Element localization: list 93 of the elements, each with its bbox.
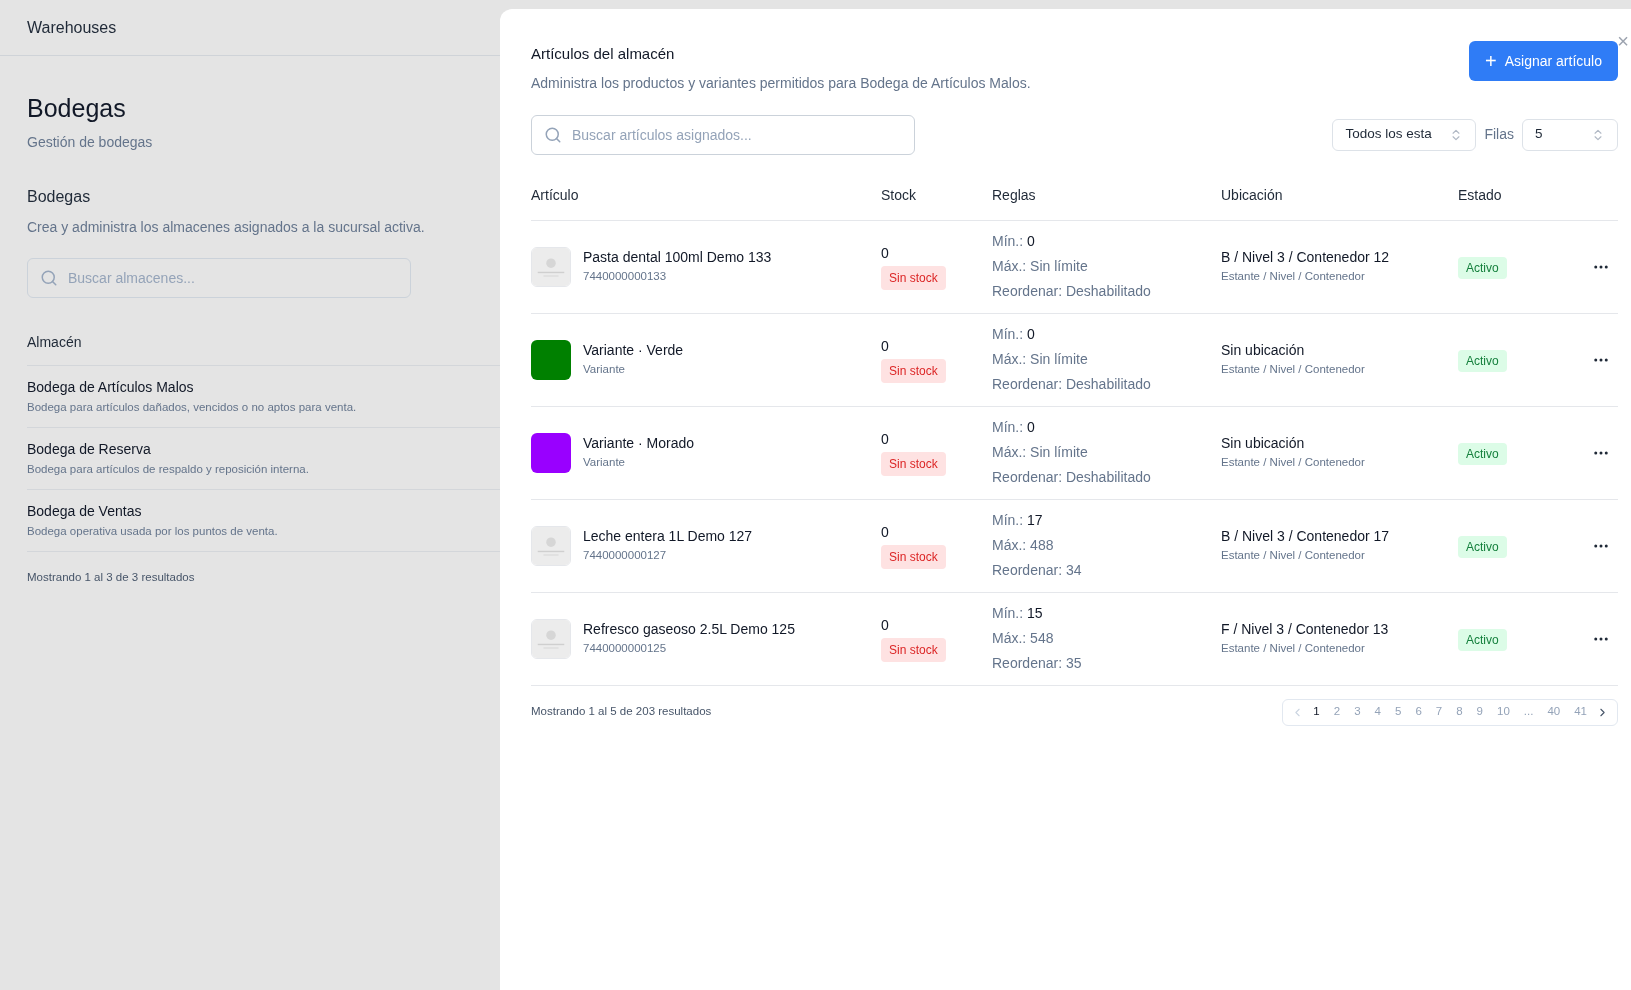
stock-status: Sin stock (881, 452, 946, 476)
panel-description: Administra los productos y variantes permitidos para Bodega de Artículos Malos. (531, 73, 1031, 93)
location-hint: Estante / Nivel / Contenedor (1221, 362, 1366, 378)
max-rule: Máx.: 548 (992, 629, 1055, 648)
panel-title: Artículos del almacén (531, 44, 676, 64)
max-rule: Máx.: Sin límite (992, 443, 1089, 462)
reorder-rule: Reordenar: 35 (992, 654, 1083, 673)
warehouse-name: Bodega de Artículos Malos (27, 377, 195, 397)
page-button[interactable]: 8 (1451, 703, 1468, 721)
warehouse-description: Bodega operativa usada por los puntos de venta. (27, 524, 279, 539)
reorder-rule: Reordenar: Deshabilitado (992, 375, 1152, 394)
reorder-rule: Reordenar: Deshabilitado (992, 468, 1152, 487)
min-rule: Mín.: 0 (992, 232, 1036, 251)
page-button[interactable]: 10 (1492, 703, 1515, 721)
status-select[interactable]: Todos los esta (1332, 118, 1477, 151)
reorder-rule: Reordenar: 34 (992, 561, 1083, 580)
min-rule: Mín.: 0 (992, 325, 1036, 344)
max-rule: Máx.: 488 (992, 536, 1055, 555)
search-icon (40, 268, 58, 287)
page-button[interactable]: 1 (1308, 703, 1325, 721)
search-field[interactable]: Buscar artículos asignados... (531, 114, 915, 155)
warehouse-name: Bodega de Reserva (27, 439, 152, 459)
page-button[interactable]: 5 (1390, 703, 1407, 721)
status-badge: Activo (1458, 256, 1507, 279)
stock-status: Sin stock (881, 638, 946, 662)
page-title: Bodegas (27, 93, 127, 124)
page-subtitle: Gestión de bodegas (27, 132, 154, 152)
location-hint: Estante / Nivel / Contenedor (1221, 455, 1366, 471)
page-button[interactable]: 3 (1349, 703, 1366, 721)
location-hint: Estante / Nivel / Contenedor (1221, 269, 1366, 285)
page-button[interactable]: 7 (1430, 703, 1448, 721)
min-rule: Mín.: 15 (992, 604, 1044, 623)
page-button[interactable]: 9 (1471, 703, 1488, 721)
rows-label: Filas (1484, 125, 1514, 144)
column-header: Almacén (27, 332, 83, 352)
warehouse-description: Bodega para artículos de respaldo y reposición interna. (27, 461, 310, 477)
location: B / Nivel 3 / Contenedor 12 (1221, 248, 1391, 268)
item-subtitle: Variante (583, 455, 626, 471)
item-name: Variante · Morado (583, 434, 694, 454)
status-badge: Activo (1458, 349, 1507, 372)
max-rule: Máx.: Sin límite (992, 350, 1089, 369)
status-badge: Activo (1458, 535, 1507, 558)
item-name: Leche entera 1L Demo 127 (583, 527, 753, 547)
column-header: Estado (1458, 185, 1503, 205)
stock-status: Sin stock (881, 545, 946, 569)
reorder-rule: Reordenar: Deshabilitado (992, 282, 1152, 301)
section-description: Crea y administra los almacenes asignados a la sucursal activa. (27, 217, 426, 237)
item-subtitle: Variante (583, 362, 626, 378)
item-name: Variante · Verde (583, 341, 684, 361)
item-subtitle: 7440000000127 (583, 548, 668, 564)
stock-count: 0 (881, 616, 889, 635)
item-name: Pasta dental 100ml Demo 133 (583, 248, 772, 268)
page-button[interactable]: 6 (1410, 703, 1427, 721)
status-badge: Activo (1458, 628, 1507, 651)
location: Sin ubicación (1221, 341, 1306, 361)
location-hint: Estante / Nivel / Contenedor (1221, 641, 1366, 657)
column-header: Artículo (531, 185, 580, 205)
stock-count: 0 (881, 430, 889, 449)
app-title: Warehouses (27, 17, 117, 38)
results-summary: Mostrando 1 al 3 de 3 resultados (27, 571, 195, 584)
warehouse-name: Bodega de Ventas (27, 502, 143, 521)
page-button[interactable]: 2 (1328, 703, 1346, 721)
column-header: Ubicación (1221, 185, 1284, 205)
stock-status: Sin stock (881, 266, 946, 290)
rows-select[interactable]: 5 (1522, 118, 1618, 151)
stock-count: 0 (881, 244, 889, 263)
item-subtitle: 7440000000133 (583, 269, 668, 285)
location: F / Nivel 3 / Contenedor 13 (1221, 620, 1390, 640)
column-header: Stock (881, 185, 917, 205)
column-header: Reglas (992, 185, 1037, 205)
page-button[interactable]: 4 (1369, 703, 1386, 721)
location: B / Nivel 3 / Contenedor 17 (1221, 527, 1391, 547)
warehouse-description: Bodega para artículos dañados, vencidos o no aptos para venta. (27, 399, 358, 415)
status-badge: Activo (1458, 442, 1507, 465)
stock-count: 0 (881, 523, 889, 542)
stock-status: Sin stock (881, 359, 946, 383)
close-button[interactable]: × (1617, 31, 1629, 51)
results-summary: Mostrando 1 al 5 de 203 resultados (531, 704, 712, 720)
assign-button[interactable]: + Asignar artículo (1469, 41, 1618, 81)
page-button[interactable]: 40 (1542, 703, 1566, 721)
search-icon (544, 125, 562, 144)
search-field[interactable]: Buscar almacenes... (27, 257, 411, 298)
min-rule: Mín.: 0 (992, 418, 1036, 437)
location: Sin ubicación (1221, 434, 1306, 454)
max-rule: Máx.: Sin límite (992, 257, 1089, 276)
page-button[interactable]: ... (1518, 703, 1539, 721)
location-hint: Estante / Nivel / Contenedor (1221, 548, 1366, 564)
min-rule: Mín.: 17 (992, 511, 1044, 530)
item-subtitle: 7440000000125 (583, 641, 668, 657)
section-title: Bodegas (27, 186, 92, 207)
page-button[interactable]: 41 (1569, 703, 1592, 721)
item-name: Refresco gaseoso 2.5L Demo 125 (583, 620, 795, 640)
stock-count: 0 (881, 337, 889, 356)
